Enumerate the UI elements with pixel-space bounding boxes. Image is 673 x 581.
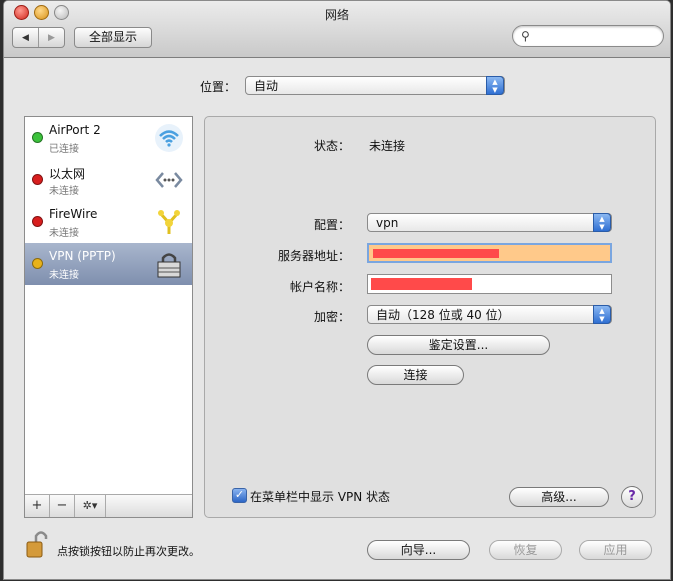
authentication-settings-button[interactable]: 鉴定设置... xyxy=(367,335,550,355)
show-vpn-status-label: 在菜单栏中显示 VPN 状态 xyxy=(250,490,391,504)
back-forward-control[interactable]: ◀ ▶ xyxy=(12,27,65,48)
service-name: 以太网 xyxy=(49,167,86,181)
popup-arrows-icon: ▲ ▼ xyxy=(593,305,611,324)
lock-icon[interactable] xyxy=(26,529,48,559)
encryption-popup[interactable]: 自动（128 位或 40 位） ▲ ▼ xyxy=(367,305,612,324)
server-address-field[interactable] xyxy=(367,243,612,263)
show-all-button[interactable]: 全部显示 xyxy=(74,27,152,48)
account-name-label: 帐户名称： xyxy=(289,280,350,294)
status-dot xyxy=(32,216,43,227)
titlebar: 网络 ◀ ▶ 全部显示 ⚲ xyxy=(4,1,670,58)
status-dot xyxy=(32,174,43,185)
encryption-label: 加密： xyxy=(313,310,350,324)
forward-arrow-icon[interactable]: ▶ xyxy=(38,28,64,47)
service-list-toolbar: + − ✲▾ xyxy=(25,494,192,517)
service-status: 已连接 xyxy=(49,144,79,155)
vpn-settings-pane: 状态： 未连接 配置： vpn ▲ ▼ 服务器地址： 帐户名称： 加密： 自动（1… xyxy=(204,116,656,518)
service-name: AirPort 2 xyxy=(49,123,101,137)
revert-button[interactable]: 恢复 xyxy=(489,540,562,560)
service-item-firewire[interactable]: FireWire 未连接 xyxy=(25,201,192,243)
status-dot xyxy=(32,258,43,269)
help-button[interactable]: ? xyxy=(621,486,643,508)
add-service-button[interactable]: + xyxy=(25,495,50,517)
vpn-lock-icon xyxy=(157,253,181,278)
window-title: 网络 xyxy=(324,8,349,22)
connect-button[interactable]: 连接 xyxy=(367,365,464,385)
service-item-airport[interactable]: AirPort 2 已连接 xyxy=(25,117,192,159)
search-icon: ⚲ xyxy=(521,29,530,43)
service-item-ethernet[interactable]: 以太网 未连接 xyxy=(25,159,192,201)
server-address-label: 服务器地址： xyxy=(277,249,350,263)
ethernet-icon xyxy=(155,172,183,188)
service-item-vpn[interactable]: VPN (PPTP) 未连接 xyxy=(25,243,192,285)
redacted-account-name xyxy=(371,278,472,290)
network-preferences-window: 网络 ◀ ▶ 全部显示 ⚲ 位置： 自动 ▲ ▼ AirPort 2 已连接 以… xyxy=(3,0,671,580)
encryption-value: 自动（128 位或 40 位） xyxy=(376,308,510,322)
status-label: 状态： xyxy=(313,139,350,153)
advanced-button[interactable]: 高级... xyxy=(509,487,609,507)
show-vpn-status-checkbox[interactable]: ✓ xyxy=(232,488,247,503)
config-popup[interactable]: vpn ▲ ▼ xyxy=(367,213,612,232)
location-label: 位置： xyxy=(200,80,237,94)
wifi-icon xyxy=(155,124,183,152)
popup-arrows-icon: ▲ ▼ xyxy=(486,76,504,95)
popup-arrows-icon: ▲ ▼ xyxy=(593,213,611,232)
service-status: 未连接 xyxy=(49,228,79,239)
service-status: 未连接 xyxy=(49,270,79,281)
config-value: vpn xyxy=(376,216,399,230)
account-name-field[interactable] xyxy=(367,274,612,294)
remove-service-button[interactable]: − xyxy=(50,495,75,517)
firewire-icon xyxy=(158,210,180,234)
service-name: VPN (PPTP) xyxy=(49,249,116,263)
back-arrow-icon[interactable]: ◀ xyxy=(13,28,38,47)
assist-me-button[interactable]: 向导... xyxy=(367,540,470,560)
search-field[interactable]: ⚲ xyxy=(512,25,664,47)
service-name: FireWire xyxy=(49,207,98,221)
location-popup[interactable]: 自动 ▲ ▼ xyxy=(245,76,505,95)
service-list: AirPort 2 已连接 以太网 未连接 FireWire 未连接 VPN (… xyxy=(24,116,193,518)
apply-button[interactable]: 应用 xyxy=(579,540,652,560)
config-label: 配置： xyxy=(313,218,350,232)
redacted-server-address xyxy=(373,249,499,258)
gear-icon[interactable]: ✲▾ xyxy=(75,495,106,517)
lock-hint-text: 点按锁按钮以防止再次更改。 xyxy=(57,545,200,558)
status-value: 未连接 xyxy=(369,139,406,153)
location-value: 自动 xyxy=(254,79,279,93)
service-status: 未连接 xyxy=(49,186,79,197)
status-dot xyxy=(32,132,43,143)
